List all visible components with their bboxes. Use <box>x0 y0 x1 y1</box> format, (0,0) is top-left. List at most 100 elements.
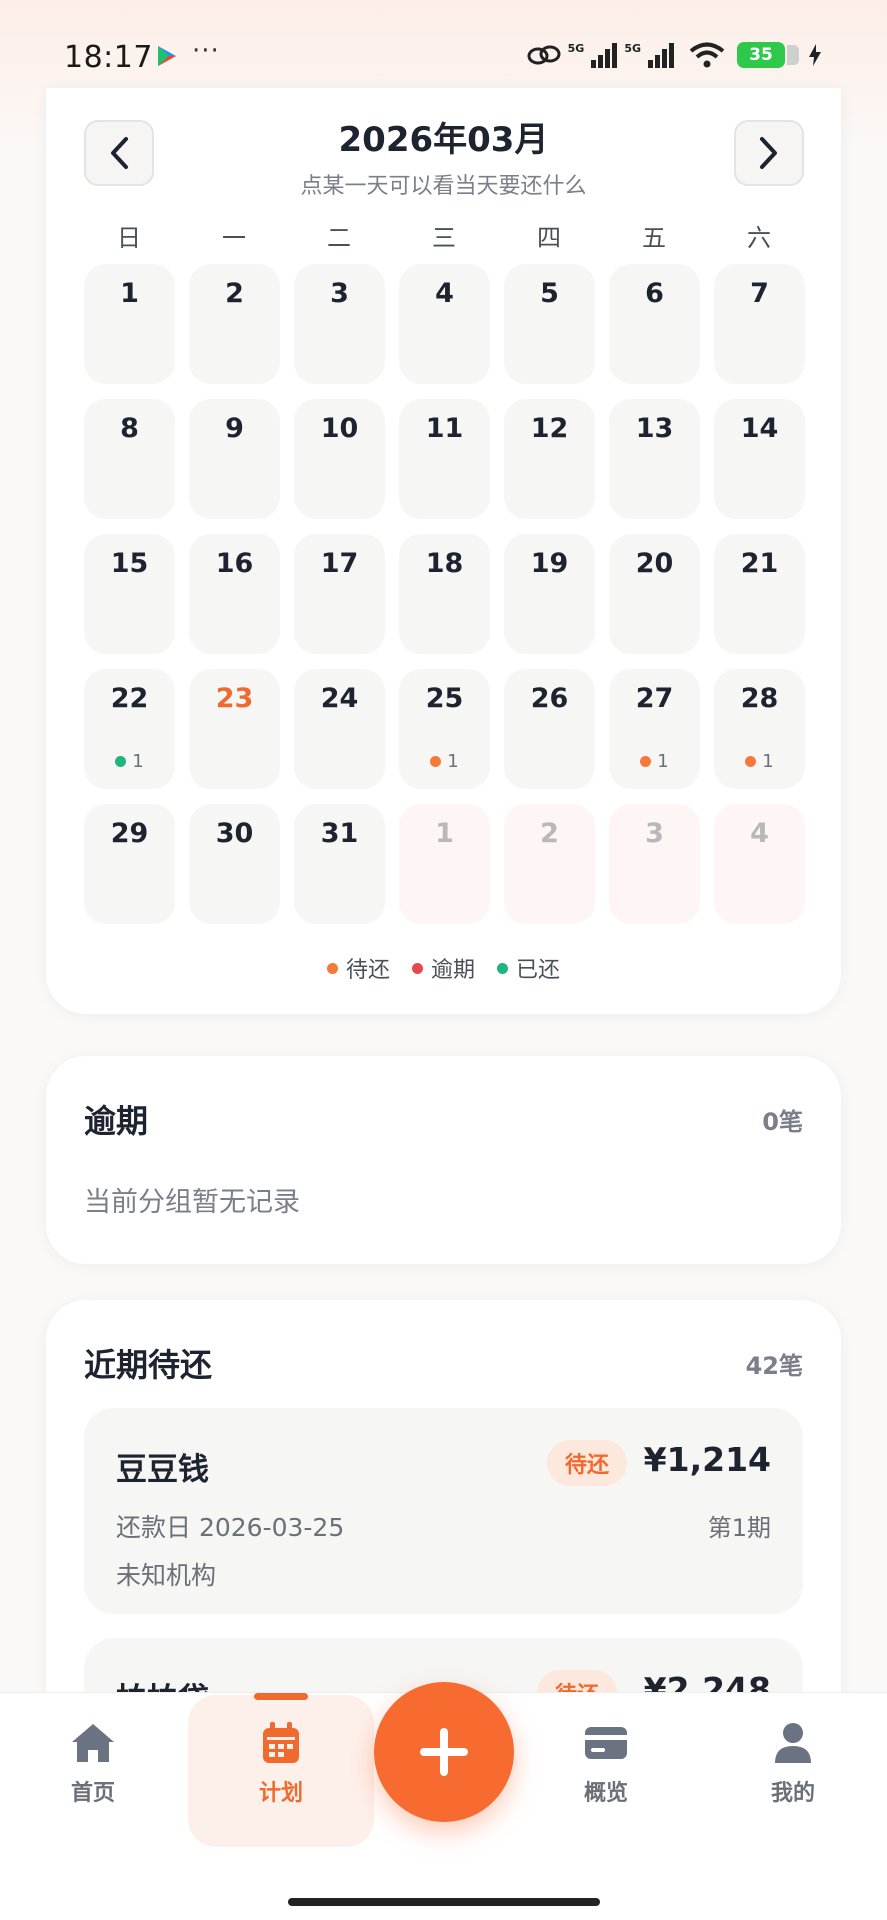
next-month-button[interactable] <box>734 120 804 186</box>
day-payment-indicator: 1 <box>609 751 700 772</box>
nav-item-overview[interactable]: 概览 <box>546 1721 666 1807</box>
day-number: 7 <box>750 278 769 309</box>
day-number: 2 <box>540 818 559 849</box>
day-count: 1 <box>762 751 774 772</box>
day-number: 21 <box>740 548 779 579</box>
day-number: 4 <box>750 818 769 849</box>
calendar-day[interactable]: 1 <box>399 804 490 924</box>
day-number: 1 <box>120 278 139 309</box>
calendar-day[interactable]: 25 1 <box>399 669 490 789</box>
calendar-day[interactable]: 13 <box>609 399 700 519</box>
day-number: 30 <box>215 818 254 849</box>
calendar-day[interactable]: 15 <box>84 534 175 654</box>
day-number: 27 <box>635 683 674 714</box>
plus-icon <box>420 1728 468 1776</box>
day-payment-indicator: 1 <box>714 751 805 772</box>
day-number: 16 <box>215 548 254 579</box>
day-payment-indicator: 1 <box>84 751 175 772</box>
day-number: 26 <box>530 683 569 714</box>
calendar-day[interactable]: 4 <box>399 264 490 384</box>
network-label-2: 5G <box>624 42 641 55</box>
calendar-day[interactable]: 20 <box>609 534 700 654</box>
user-icon <box>775 1723 811 1763</box>
legend-dot <box>411 962 423 974</box>
legend-item: 逾期 <box>411 952 475 984</box>
day-number: 23 <box>215 683 254 714</box>
day-number: 4 <box>435 278 454 309</box>
link-icon <box>527 45 561 65</box>
day-number: 1 <box>435 818 454 849</box>
nav-item-home[interactable]: 首页 <box>33 1721 153 1807</box>
day-number: 2 <box>225 278 244 309</box>
nav-label: 计划 <box>258 1781 303 1806</box>
calendar-day[interactable]: 29 <box>84 804 175 924</box>
weekday-label: 六 <box>747 224 771 252</box>
bill-period: 第1期 <box>707 1514 771 1542</box>
day-number: 8 <box>120 413 139 444</box>
day-payment-indicator: 1 <box>399 751 490 772</box>
weekday-label: 日 <box>117 224 141 252</box>
calendar-day[interactable]: 7 <box>714 264 805 384</box>
calendar-day[interactable]: 27 1 <box>609 669 700 789</box>
network-label-1: 5G <box>567 42 585 55</box>
calendar-day[interactable]: 12 <box>504 399 595 519</box>
calendar-day[interactable]: 9 <box>189 399 280 519</box>
weekday-label: 一 <box>222 224 246 252</box>
play-store-icon <box>158 46 176 66</box>
day-count: 1 <box>132 751 144 772</box>
card-icon <box>585 1727 627 1759</box>
calendar-day[interactable]: 10 <box>294 399 385 519</box>
bill-item[interactable]: 豆豆钱 待还 ¥1,214 还款日 2026-03-25 第1期 未知机构 <box>84 1408 803 1614</box>
calendar-day[interactable]: 4 <box>714 804 805 924</box>
upcoming-count: 42笔 <box>745 1352 803 1380</box>
weekday-header: 日 一 二 三 四 五 六 <box>84 218 804 254</box>
calendar-day[interactable]: 8 <box>84 399 175 519</box>
calendar-day[interactable]: 5 <box>504 264 595 384</box>
calendar-day[interactable]: 30 <box>189 804 280 924</box>
legend-dot <box>497 962 508 974</box>
calendar-day[interactable]: 21 <box>714 534 805 654</box>
day-number: 18 <box>425 548 464 579</box>
status-dot <box>745 756 757 767</box>
legend-item: 已还 <box>497 952 560 984</box>
calendar-day[interactable]: 3 <box>294 264 385 384</box>
calendar-legend: 待还 逾期 已还 <box>46 952 841 984</box>
calendar-day[interactable]: 2 <box>189 264 280 384</box>
upcoming-title: 近期待还 <box>84 1346 213 1384</box>
bill-institution: 未知机构 <box>116 1561 217 1590</box>
calendar-hint: 点某一天可以看当天要还什么 <box>300 174 587 199</box>
day-number: 6 <box>645 278 664 309</box>
status-time: 18:17 <box>64 40 153 75</box>
legend-item: 待还 <box>326 952 390 984</box>
day-number: 22 <box>110 683 149 714</box>
legend-label: 待还 <box>345 958 390 983</box>
calendar-day[interactable]: 17 <box>294 534 385 654</box>
calendar-day[interactable]: 3 <box>609 804 700 924</box>
nav-label: 我的 <box>770 1781 815 1806</box>
calendar-day[interactable]: 14 <box>714 399 805 519</box>
calendar-day[interactable]: 31 <box>294 804 385 924</box>
calendar-day-today[interactable]: 23 <box>189 669 280 789</box>
calendar-day[interactable]: 28 1 <box>714 669 805 789</box>
day-number: 10 <box>320 413 359 444</box>
calendar-day[interactable]: 22 1 <box>84 669 175 789</box>
nav-label: 概览 <box>583 1781 628 1806</box>
calendar-day[interactable]: 24 <box>294 669 385 789</box>
day-number: 14 <box>740 413 779 444</box>
calendar-day[interactable]: 1 <box>84 264 175 384</box>
add-button[interactable] <box>374 1682 514 1822</box>
calendar-day[interactable]: 18 <box>399 534 490 654</box>
calendar-day[interactable]: 16 <box>189 534 280 654</box>
calendar-day[interactable]: 6 <box>609 264 700 384</box>
calendar-day[interactable]: 19 <box>504 534 595 654</box>
day-number: 19 <box>530 548 569 579</box>
nav-item-plan[interactable]: 计划 <box>221 1721 341 1807</box>
nav-item-me[interactable]: 我的 <box>733 1721 853 1807</box>
calendar-day[interactable]: 11 <box>399 399 490 519</box>
day-number: 24 <box>320 683 359 714</box>
calendar-day[interactable]: 2 <box>504 804 595 924</box>
charging-icon <box>809 44 821 66</box>
signal-icon <box>591 43 618 68</box>
calendar-day[interactable]: 26 <box>504 669 595 789</box>
nav-label: 首页 <box>70 1781 115 1806</box>
